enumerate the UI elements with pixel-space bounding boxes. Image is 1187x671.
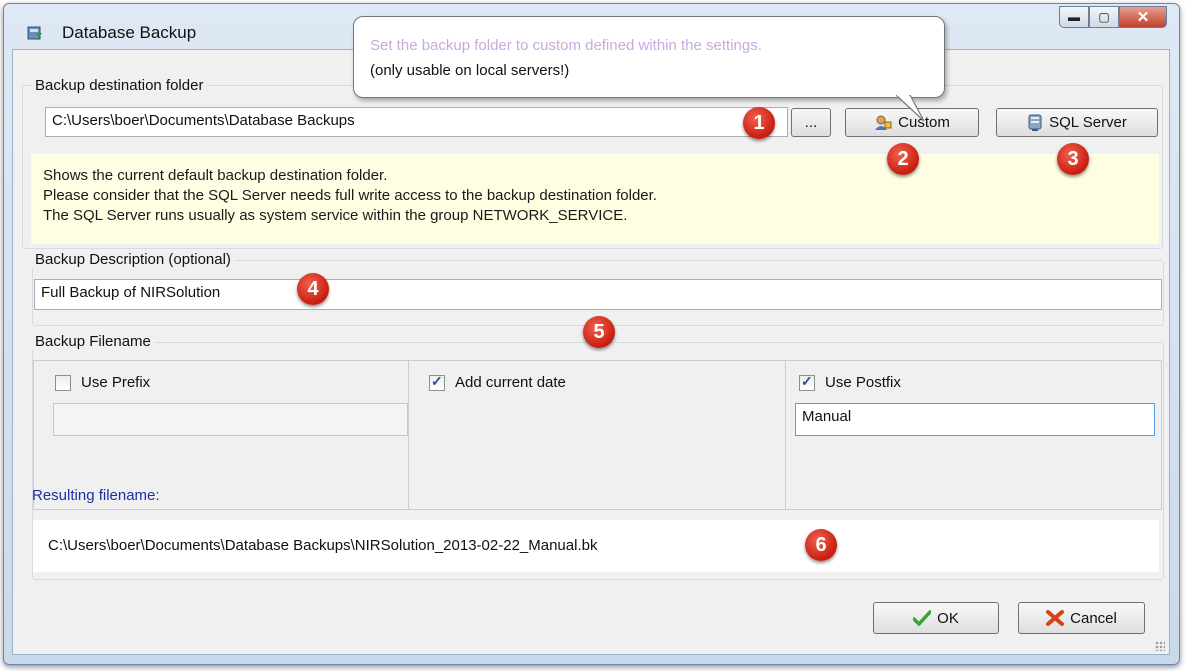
use-postfix-checkbox[interactable]: Use Postfix	[799, 373, 901, 391]
description-field[interactable]: Full Backup of NIRSolution	[34, 279, 1162, 310]
add-date-label: Add current date	[455, 374, 566, 391]
resulting-filename-label: Resulting filename:	[32, 487, 160, 504]
postfix-field[interactable]: Manual	[795, 403, 1155, 436]
use-prefix-checkbox-box[interactable]	[55, 374, 71, 391]
database-backup-icon	[27, 26, 42, 40]
tooltip-line-1: Set the backup folder to custom defined …	[370, 37, 762, 54]
hint-line: Shows the current default backup destina…	[43, 167, 388, 184]
add-date-checkbox-box[interactable]	[429, 373, 445, 391]
add-date-checkbox[interactable]: Add current date	[429, 373, 566, 391]
window-controls: ▬ ▢ ✕	[1059, 6, 1167, 30]
postfix-column: Use Postfix Manual	[785, 360, 1162, 510]
close-button[interactable]: ✕	[1119, 6, 1167, 28]
dialog-client-area: Backup destination folder C:\Users\boer\…	[12, 49, 1170, 655]
sql-server-button-label: SQL Server	[1049, 114, 1127, 131]
browse-button[interactable]: ...	[791, 108, 831, 137]
callout-marker-1: 1	[743, 107, 775, 139]
minimize-button[interactable]: ▬	[1059, 6, 1089, 28]
date-column: Add current date	[408, 360, 786, 510]
close-icon: ✕	[1136, 9, 1150, 26]
ok-button-label: OK	[937, 609, 959, 627]
callout-marker-2: 2	[887, 143, 919, 175]
maximize-button[interactable]: ▢	[1089, 6, 1119, 28]
callout-marker-6: 6	[805, 529, 837, 561]
description-group-label: Backup Description (optional)	[32, 251, 234, 268]
prefix-field[interactable]	[53, 403, 408, 436]
window-title: Database Backup	[62, 23, 197, 42]
use-postfix-label: Use Postfix	[825, 374, 901, 391]
callout-marker-3: 3	[1057, 143, 1089, 175]
use-postfix-checkbox-box[interactable]	[799, 373, 815, 391]
cancel-x-icon	[1046, 610, 1065, 626]
destination-hint: Shows the current default backup destina…	[31, 154, 1159, 244]
tooltip-line-2: (only usable on local servers!)	[370, 62, 570, 79]
use-prefix-checkbox[interactable]: Use Prefix	[55, 374, 150, 391]
callout-marker-4: 4	[297, 273, 329, 305]
browse-button-label: ...	[804, 114, 818, 131]
resize-grip[interactable]	[1155, 641, 1165, 651]
custom-user-icon	[875, 115, 892, 130]
destination-group-label: Backup destination folder	[32, 77, 207, 94]
checkmark-icon	[913, 610, 932, 626]
custom-button-tooltip: Set the backup folder to custom defined …	[353, 16, 945, 98]
destination-path-field[interactable]: C:\Users\boer\Documents\Database Backups	[45, 107, 788, 137]
tooltip-pointer	[896, 95, 925, 122]
use-prefix-label: Use Prefix	[81, 374, 151, 391]
ok-button[interactable]: OK	[873, 602, 999, 634]
filename-group-label: Backup Filename	[32, 333, 154, 350]
callout-marker-5: 5	[583, 316, 615, 348]
cancel-button[interactable]: Cancel	[1018, 602, 1145, 634]
cancel-button-label: Cancel	[1070, 609, 1117, 627]
hint-line: The SQL Server runs usually as system se…	[43, 207, 628, 224]
resulting-filename-value: C:\Users\boer\Documents\Database Backups…	[33, 520, 1159, 572]
hint-line: Please consider that the SQL Server need…	[43, 187, 657, 204]
sql-server-button[interactable]: SQL Server	[996, 108, 1158, 137]
minimize-icon: ▬	[1068, 10, 1080, 24]
maximize-icon: ▢	[1098, 10, 1110, 24]
sql-server-icon	[1028, 114, 1042, 131]
